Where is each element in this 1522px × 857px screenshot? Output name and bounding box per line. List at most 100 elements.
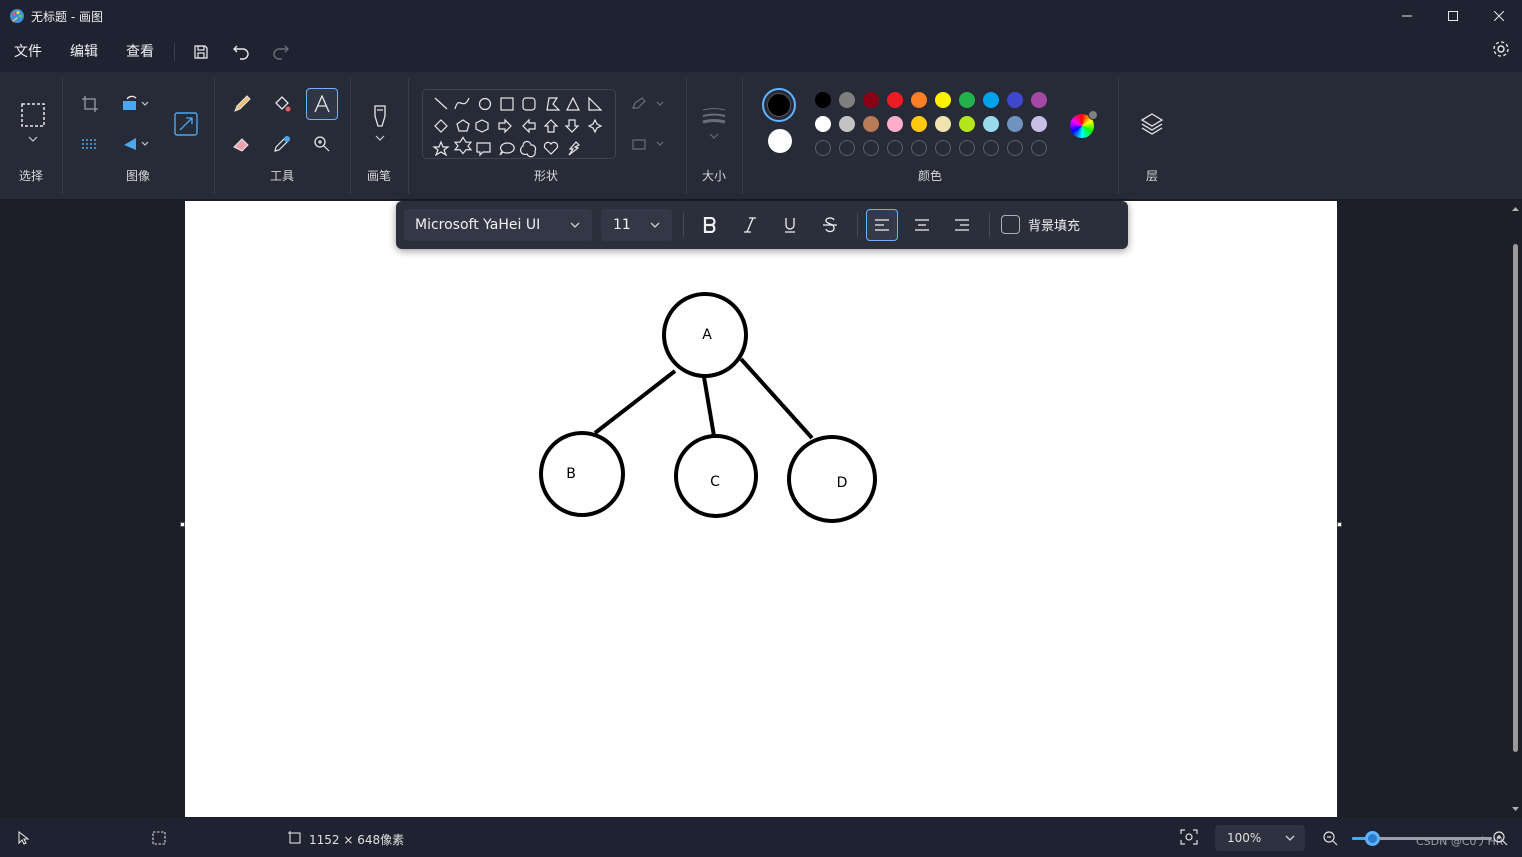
custom-color-slot[interactable] [839, 140, 855, 156]
palette-color-swatch[interactable] [911, 116, 927, 132]
pencil-button[interactable] [226, 88, 258, 120]
custom-color-slot[interactable] [1031, 140, 1047, 156]
palette-color-swatch[interactable] [935, 116, 951, 132]
save-button[interactable] [181, 37, 221, 67]
background-fill-checkbox[interactable] [1001, 215, 1020, 234]
fill-button[interactable] [266, 88, 298, 120]
remove-background-button[interactable] [74, 128, 106, 160]
font-size-value: 11 [613, 217, 631, 233]
flip-button[interactable] [114, 128, 158, 160]
font-family-value: Microsoft YaHei UI [415, 217, 541, 233]
paint-bucket-icon [275, 96, 291, 112]
font-family-dropdown[interactable]: Microsoft YaHei UI [404, 209, 592, 241]
palette-color-swatch[interactable] [887, 92, 903, 108]
maximize-button[interactable] [1430, 0, 1476, 32]
menu-view[interactable]: 查看 [112, 37, 168, 67]
palette-color-swatch[interactable] [983, 92, 999, 108]
zoom-out-icon[interactable] [1322, 830, 1338, 846]
menu-edit[interactable]: 编辑 [56, 37, 112, 67]
custom-color-slot[interactable] [983, 140, 999, 156]
chevron-down-icon [650, 222, 660, 228]
eyedropper-icon [274, 136, 290, 152]
node-b-circle [539, 431, 625, 517]
strikethrough-button[interactable] [814, 209, 846, 241]
resize-handle-left[interactable] [180, 522, 185, 527]
palette-color-swatch[interactable] [815, 92, 831, 108]
align-right-button[interactable] [946, 209, 978, 241]
custom-color-slot[interactable] [959, 140, 975, 156]
palette-color-swatch[interactable] [887, 116, 903, 132]
custom-color-slot[interactable] [815, 140, 831, 156]
palette-color-swatch[interactable] [863, 92, 879, 108]
palette-color-swatch[interactable] [959, 92, 975, 108]
zoom-in-icon[interactable] [1492, 830, 1508, 846]
rotate-button[interactable] [114, 88, 158, 120]
palette-color-swatch[interactable] [935, 92, 951, 108]
secondary-color-swatch[interactable] [768, 129, 792, 153]
layers-button[interactable] [1136, 108, 1168, 140]
align-left-button[interactable] [866, 209, 898, 241]
vertical-scrollbar[interactable] [1509, 200, 1522, 818]
fit-to-window-button[interactable] [1180, 828, 1202, 848]
custom-color-slot[interactable] [911, 140, 927, 156]
close-button[interactable] [1476, 0, 1522, 32]
brush-group-label: 画笔 [366, 169, 391, 183]
eraser-button[interactable] [226, 128, 258, 160]
paint-app-icon [10, 9, 24, 23]
magnifier-button[interactable] [306, 128, 338, 160]
redo-button[interactable] [261, 37, 301, 67]
palette-color-swatch[interactable] [911, 92, 927, 108]
zoom-dropdown[interactable]: 100% [1215, 825, 1305, 851]
palette-color-swatch[interactable] [1007, 116, 1023, 132]
palette-color-swatch[interactable] [959, 116, 975, 132]
text-button[interactable] [306, 88, 338, 120]
brush-button[interactable] [364, 98, 396, 148]
resize-handle-right[interactable] [1337, 522, 1342, 527]
settings-button[interactable] [1492, 40, 1510, 62]
bold-icon [703, 217, 716, 233]
custom-color-slot[interactable] [887, 140, 903, 156]
custom-color-slot[interactable] [1007, 140, 1023, 156]
select-group-label: 选择 [18, 169, 43, 183]
italic-button[interactable] [734, 209, 766, 241]
underline-button[interactable] [774, 209, 806, 241]
undo-button[interactable] [221, 37, 261, 67]
drawing-canvas[interactable]: A B C D [185, 201, 1337, 817]
edit-colors-button[interactable] [1070, 110, 1098, 138]
palette-color-swatch[interactable] [839, 116, 855, 132]
palette-color-swatch[interactable] [983, 116, 999, 132]
custom-color-slot[interactable] [935, 140, 951, 156]
toolbar-separator [683, 213, 684, 237]
scroll-thumb[interactable] [1513, 244, 1518, 752]
scroll-up-icon[interactable] [1509, 204, 1522, 214]
palette-color-swatch[interactable] [839, 92, 855, 108]
node-c-label: C [710, 474, 720, 490]
gear-icon [1493, 41, 1509, 57]
align-center-button[interactable] [906, 209, 938, 241]
palette-color-swatch[interactable] [1007, 92, 1023, 108]
crop-button[interactable] [74, 88, 106, 120]
palette-color-swatch[interactable] [863, 116, 879, 132]
scroll-down-icon[interactable] [1509, 804, 1522, 814]
menu-separator [174, 43, 175, 61]
redo-icon [273, 45, 289, 60]
palette-color-swatch[interactable] [815, 116, 831, 132]
size-button[interactable] [698, 98, 730, 148]
color-picker-button[interactable] [266, 128, 298, 160]
primary-color-ring[interactable] [762, 88, 796, 122]
minimize-button[interactable] [1384, 0, 1430, 32]
chevron-down-icon [375, 135, 385, 141]
palette-color-swatch[interactable] [1031, 92, 1047, 108]
chevron-down-icon [1285, 835, 1295, 841]
fit-window-icon [1180, 829, 1198, 845]
select-tool-button[interactable] [16, 98, 50, 148]
palette-color-swatch[interactable] [1031, 116, 1047, 132]
bold-button[interactable] [694, 209, 726, 241]
window-title: 无标题 - 画图 [31, 9, 103, 24]
resize-button[interactable] [170, 108, 202, 140]
custom-color-slot[interactable] [863, 140, 879, 156]
selection-size-icon [152, 831, 166, 845]
menu-file[interactable]: 文件 [0, 37, 56, 67]
zoom-slider-knob[interactable] [1365, 831, 1380, 846]
font-size-dropdown[interactable]: 11 [601, 209, 672, 241]
